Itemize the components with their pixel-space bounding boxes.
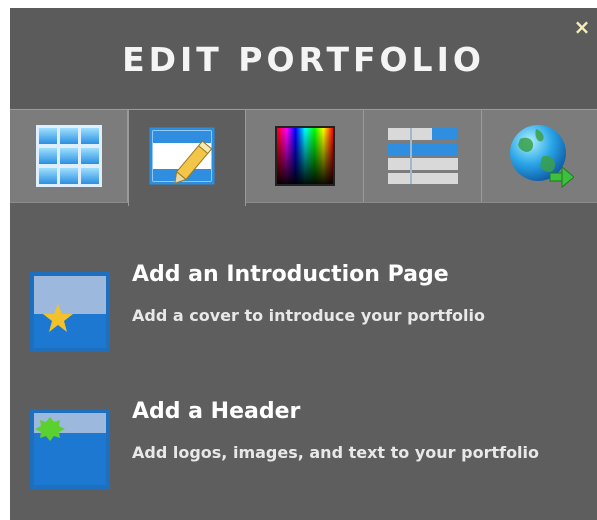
add-header-option[interactable]: Add a Header Add logos, images, and text… — [10, 399, 597, 509]
option-title: Add a Header — [132, 399, 301, 424]
tab-grid-layout[interactable] — [10, 110, 128, 202]
option-description: Add a cover to introduce your portfolio — [132, 306, 485, 325]
edit-page-icon — [149, 127, 215, 185]
option-description: Add logos, images, and text to your port… — [132, 443, 540, 462]
tab-publish[interactable] — [482, 110, 597, 202]
intro-page-icon — [30, 272, 110, 352]
tab-edit-page[interactable] — [128, 110, 246, 206]
option-title: Add an Introduction Page — [132, 262, 449, 287]
options-list: Add an Introduction Page Add a cover to … — [10, 204, 597, 520]
tab-bar — [10, 109, 597, 206]
panel-title: EDIT PORTFOLIO — [122, 40, 485, 79]
edit-portfolio-panel: EDIT PORTFOLIO × Add an Introduction Pag… — [10, 8, 597, 520]
tab-color-palette[interactable] — [246, 110, 364, 202]
tab-list-layout[interactable] — [364, 110, 482, 202]
header-icon — [30, 409, 110, 489]
panel-header: EDIT PORTFOLIO × — [10, 8, 597, 108]
color-palette-icon — [274, 126, 335, 186]
list-layout-icon — [387, 128, 458, 184]
grid-layout-icon — [35, 125, 102, 187]
close-icon[interactable]: × — [573, 16, 591, 38]
add-introduction-page-option[interactable]: Add an Introduction Page Add a cover to … — [10, 262, 597, 372]
globe-publish-icon — [509, 125, 574, 189]
